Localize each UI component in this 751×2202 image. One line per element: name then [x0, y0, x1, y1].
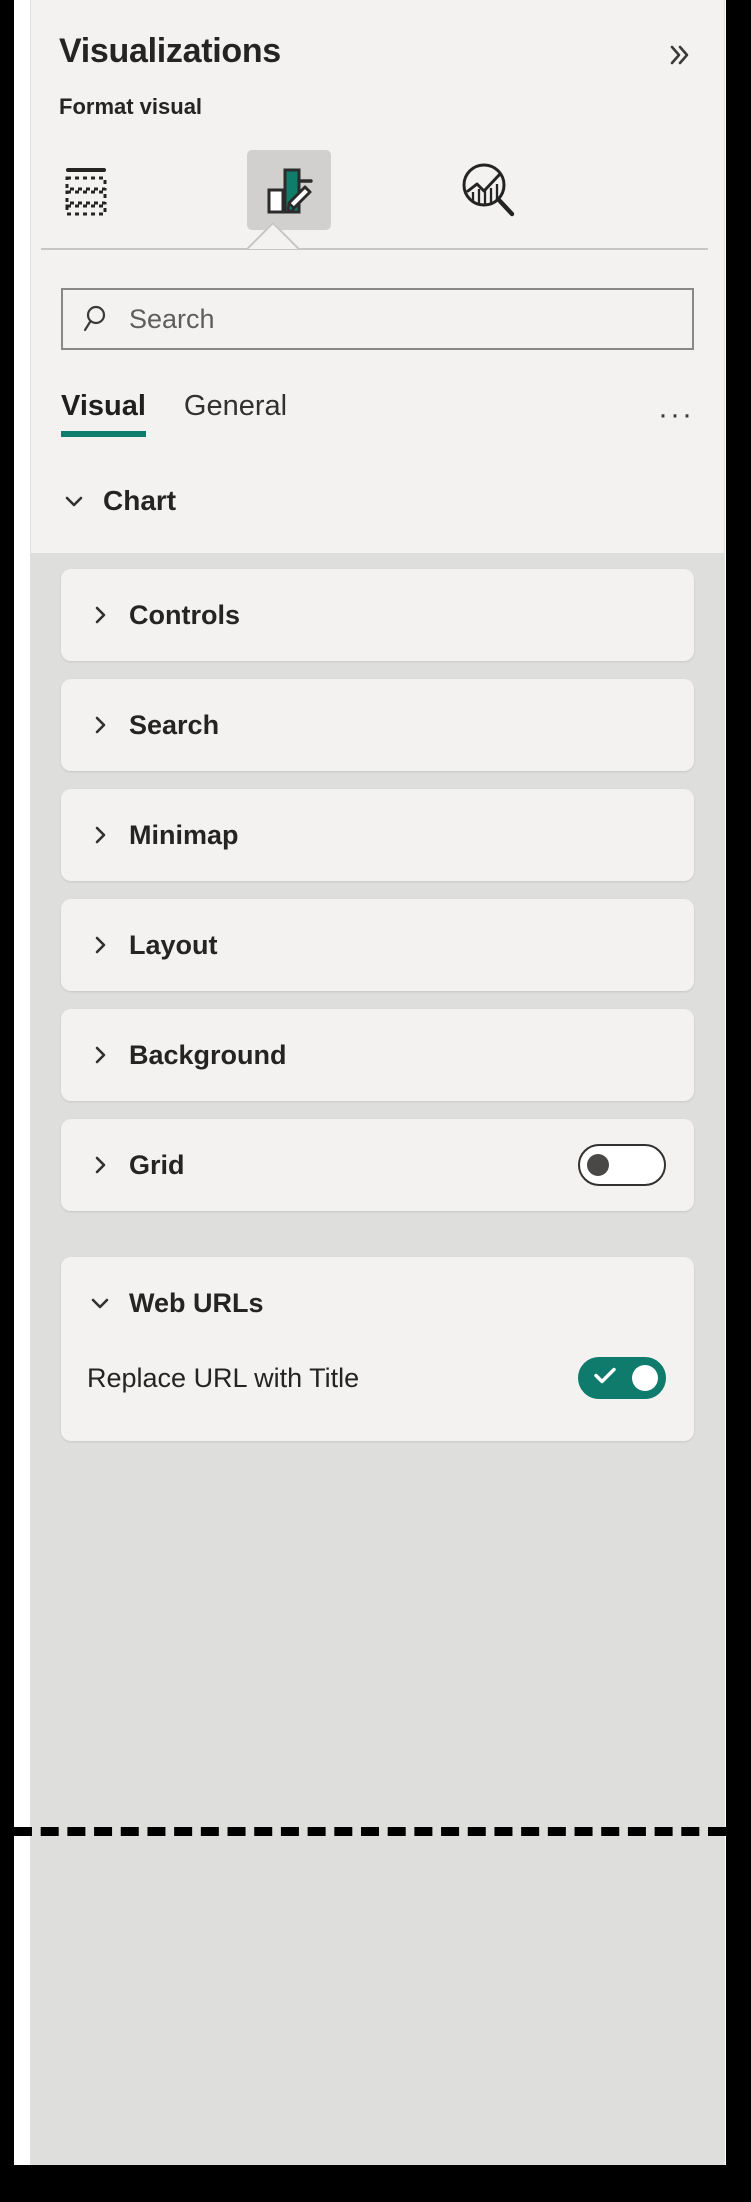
card-header[interactable]: Grid: [61, 1119, 694, 1211]
format-icon-tabstrip: [31, 142, 724, 238]
separator-line: [41, 248, 708, 250]
web-urls-region: Web URLs Replace URL with Title: [31, 1239, 724, 2165]
group-header-label: Chart: [103, 485, 177, 516]
search-box[interactable]: [61, 288, 694, 350]
analytics-icon-tab[interactable]: [447, 150, 531, 230]
card-label: Layout: [129, 929, 218, 960]
visualizations-pane: Visualizations Format visual Search Visu…: [30, 0, 725, 2165]
card-header[interactable]: Search: [61, 679, 694, 771]
card-web-urls: Web URLs Replace URL with Title: [61, 1257, 694, 1441]
format-subtabs: Visual General ···: [31, 350, 724, 437]
chevron-right-icon: [87, 1044, 113, 1066]
property-label: Replace URL with Title: [87, 1362, 360, 1393]
card-header[interactable]: Layout: [61, 899, 694, 991]
page-title: Visualizations: [59, 32, 281, 70]
search-input[interactable]: [129, 303, 672, 335]
card-label: Web URLs: [129, 1287, 264, 1318]
section-divider-dashed: [14, 1827, 726, 1836]
card-header[interactable]: Background: [61, 1009, 694, 1101]
format-cards-region: Controls Search Minimap Layout Backgroun…: [31, 553, 724, 1239]
replace-url-with-title-toggle[interactable]: [578, 1357, 666, 1399]
card-header[interactable]: Web URLs: [61, 1257, 694, 1349]
card-body: Replace URL with Title: [61, 1349, 694, 1441]
tabstrip-separator: [41, 238, 708, 260]
tab-visual[interactable]: Visual: [61, 390, 146, 437]
format-visual-icon: [261, 162, 317, 218]
card-label: Controls: [129, 599, 240, 630]
toggle-knob: [632, 1365, 658, 1391]
toggle-knob: [587, 1154, 609, 1176]
chevron-right-icon: [87, 604, 113, 626]
double-chevron-right-icon[interactable]: [662, 38, 696, 72]
selected-tab-pointer: [247, 222, 299, 249]
search-wrapper: [31, 260, 724, 350]
card-header[interactable]: Minimap: [61, 789, 694, 881]
check-icon: [594, 1367, 616, 1390]
card-header[interactable]: Controls: [61, 569, 694, 661]
chevron-down-icon: [61, 490, 87, 512]
pane-title-row: Visualizations: [59, 32, 696, 72]
property-row-replace-url-with-title: Replace URL with Title: [87, 1349, 666, 1407]
card-layout: Layout: [61, 899, 694, 991]
chevron-down-icon: [87, 1292, 113, 1314]
analytics-icon: [460, 161, 518, 219]
app-canvas: Visualizations Format visual Search Visu…: [14, 0, 726, 2165]
more-options-icon[interactable]: ···: [658, 400, 694, 437]
group-header-chart[interactable]: Chart: [31, 437, 724, 553]
card-background: Background: [61, 1009, 694, 1101]
card-label: Search: [129, 709, 220, 740]
grid-toggle[interactable]: [578, 1144, 666, 1186]
card-grid: Grid: [61, 1119, 694, 1211]
card-label: Minimap: [129, 819, 239, 850]
card-minimap: Minimap: [61, 789, 694, 881]
search-icon: [83, 304, 113, 334]
pane-subtitle: Format visual: [59, 94, 203, 119]
build-visual-icon: [64, 164, 118, 216]
card-controls: Controls: [61, 569, 694, 661]
card-label: Background: [129, 1039, 287, 1070]
format-visual-icon-tab[interactable]: [247, 150, 331, 230]
pane-header: Visualizations Format visual: [31, 0, 724, 120]
tab-general[interactable]: General: [184, 390, 287, 437]
card-search: Search: [61, 679, 694, 771]
build-visual-icon-tab[interactable]: [49, 150, 133, 230]
chevron-right-icon: [87, 934, 113, 956]
chevron-right-icon: [87, 714, 113, 736]
card-label: Grid: [129, 1149, 185, 1180]
chevron-right-icon: [87, 824, 113, 846]
chevron-right-icon: [87, 1154, 113, 1176]
